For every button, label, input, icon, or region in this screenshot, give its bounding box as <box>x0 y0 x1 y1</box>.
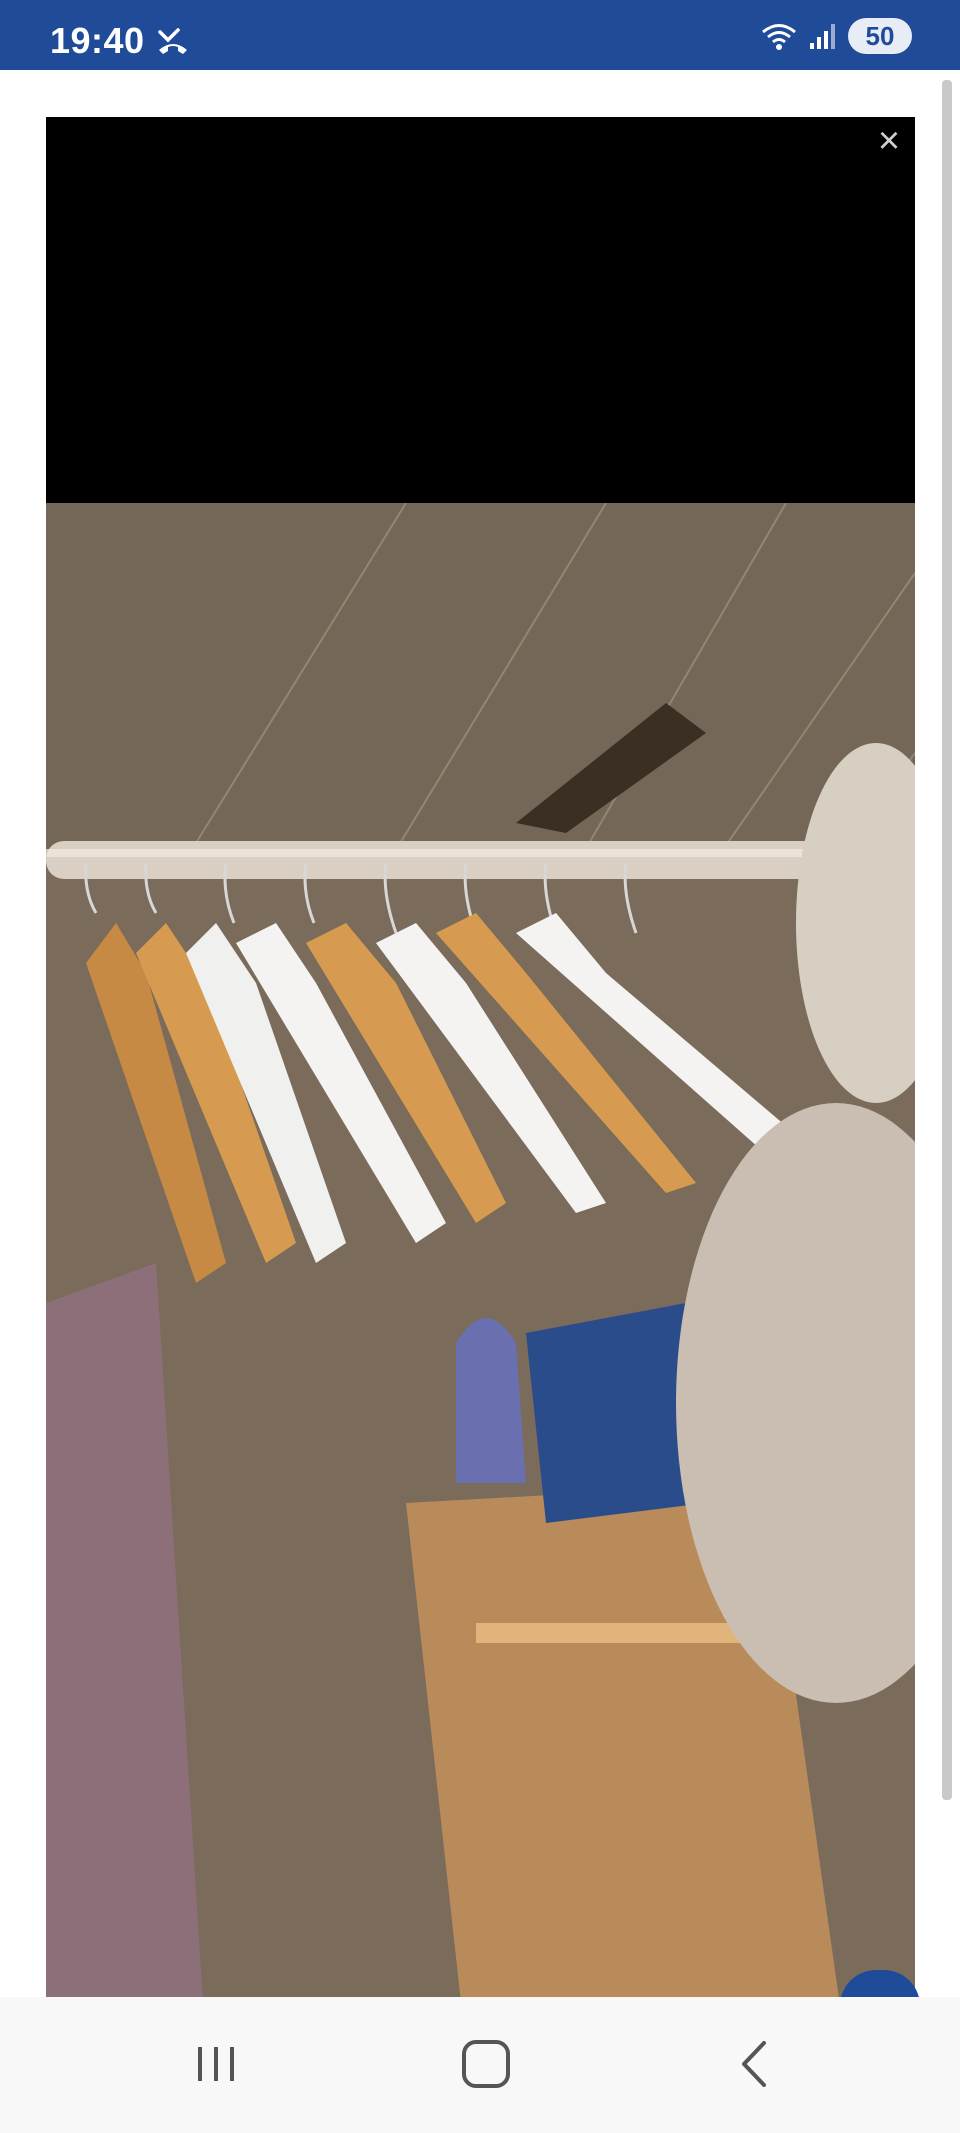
wifi-icon <box>762 24 796 50</box>
navigation-bar <box>0 1997 960 2133</box>
battery-indicator: 50 <box>848 18 912 54</box>
signal-icon <box>810 24 835 49</box>
status-icons: 50 <box>760 14 912 58</box>
image-viewer[interactable]: × <box>46 117 915 1997</box>
status-time: 19:40 <box>50 20 145 61</box>
photo-image <box>46 503 915 1997</box>
page-scrollbar[interactable] <box>942 80 952 1800</box>
home-icon[interactable] <box>446 2031 526 2097</box>
recents-icon[interactable] <box>176 2031 256 2097</box>
missed-call-icon <box>158 28 187 54</box>
back-icon[interactable] <box>716 2031 796 2097</box>
close-button[interactable]: × <box>867 119 911 163</box>
status-bar: 19:40 50 <box>0 0 960 70</box>
